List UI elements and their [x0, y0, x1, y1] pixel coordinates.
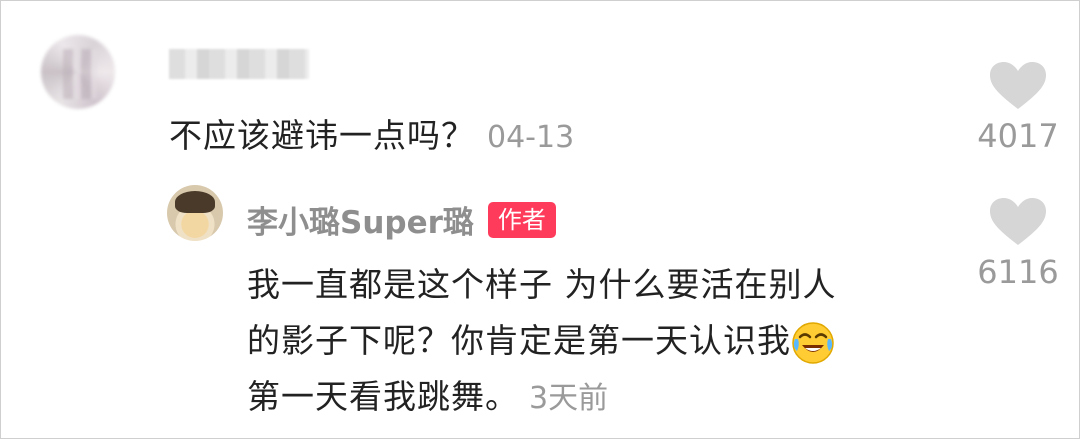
commenter-name-blurred[interactable] — [169, 49, 309, 79]
reply-like-count: 6116 — [977, 253, 1059, 291]
author-badge: 作者 — [487, 201, 556, 238]
reply-text-line-with-emoji: 的影子下呢？你肯定是第一天认识我 — [247, 313, 947, 369]
reply-author-avatar[interactable] — [167, 185, 223, 241]
comment-like-count: 4017 — [977, 117, 1059, 155]
comment-text: 不应该避讳一点吗？ — [169, 116, 475, 155]
reply-text-line: 我一直都是这个样子 为什么要活在别人 — [247, 265, 837, 304]
reply-text-line: 第一天看我跳舞。 — [247, 377, 519, 416]
comment-body: 不应该避讳一点吗？ 04-13 — [169, 109, 574, 157]
comment-date: 04-13 — [487, 120, 575, 155]
reply-like-button[interactable]: 6116 — [963, 197, 1073, 291]
crying-laughing-emoji-icon — [792, 321, 834, 364]
heart-icon[interactable] — [989, 197, 1047, 247]
reply-text-line-with-time: 第一天看我跳舞。 3天前 — [247, 369, 947, 427]
comment-like-button[interactable]: 4017 — [963, 61, 1073, 155]
reply-time: 3天前 — [529, 381, 609, 416]
reply-text-line: 的影子下呢？你肯定是第一天认识我 — [247, 321, 791, 360]
heart-icon[interactable] — [989, 61, 1047, 111]
reply-header: 李小璐Super璐 作者 — [247, 197, 556, 242]
commenter-avatar[interactable] — [41, 35, 115, 109]
reply-body: 我一直都是这个样子 为什么要活在别人 的影子下呢？你肯定是第一天认识我 第一天看… — [247, 257, 947, 427]
reply-author-name[interactable]: 李小璐Super璐 — [247, 197, 474, 242]
